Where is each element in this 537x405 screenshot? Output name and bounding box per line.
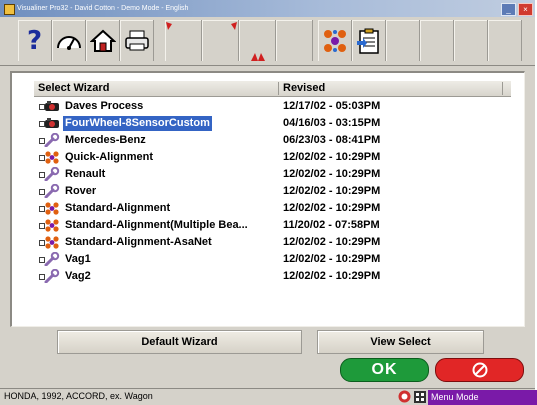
- toolbar-slot-8[interactable]: [488, 20, 522, 61]
- wizard-icon: [45, 151, 59, 164]
- list-item[interactable]: Standard-Alignment-AsaNet 12/02/02 - 10:2…: [34, 234, 511, 251]
- toolbar: ?: [0, 17, 535, 66]
- revised-date: 12/02/02 - 10:29PM: [283, 185, 381, 197]
- wizard-button[interactable]: [318, 20, 352, 61]
- app-icon: [4, 4, 15, 15]
- app-window: Visualiner Pro32 - David Cotton - Demo M…: [0, 0, 537, 405]
- toolbar-slot-4[interactable]: [276, 20, 313, 61]
- red-marker-icon: [166, 22, 172, 30]
- gauge-button[interactable]: [52, 20, 86, 61]
- wizard-name: Rover: [65, 185, 97, 197]
- red-marker-icon: [251, 53, 265, 61]
- toolbar-slot-7[interactable]: [454, 20, 488, 61]
- wrench-icon: [44, 269, 60, 283]
- home-icon: [89, 29, 116, 52]
- wrench-icon: [44, 133, 60, 147]
- cancel-button[interactable]: [435, 358, 524, 382]
- wizard-list[interactable]: Select Wizard Revised Daves Process 12/17…: [34, 81, 511, 317]
- wizard-name: Renault: [65, 168, 106, 180]
- wrench-icon: [44, 184, 60, 198]
- wizard-icon: [45, 236, 59, 249]
- camera-icon: [45, 118, 59, 128]
- close-button[interactable]: ×: [518, 3, 533, 16]
- toolbar-slot-1[interactable]: [165, 20, 202, 61]
- column-header-select-wizard[interactable]: Select Wizard: [38, 82, 109, 95]
- clipboard-button[interactable]: [352, 20, 386, 61]
- column-header-revised[interactable]: Revised: [278, 82, 325, 95]
- revised-date: 12/02/02 - 10:29PM: [283, 202, 381, 214]
- clipboard-icon: [356, 28, 379, 54]
- list-item[interactable]: FourWheel-8SensorCustom 04/16/03 - 03:15P…: [34, 115, 511, 132]
- list-item[interactable]: Standard-Alignment(Multiple Bea... 11/20/…: [34, 217, 511, 234]
- printer-icon: [124, 30, 149, 50]
- revised-date: 12/02/02 - 10:29PM: [283, 168, 381, 180]
- ok-label: OK: [371, 361, 398, 378]
- wizard-icon: [323, 29, 346, 52]
- revised-date: 06/23/03 - 08:41PM: [283, 134, 381, 146]
- ok-button[interactable]: OK: [340, 358, 429, 382]
- default-wizard-button[interactable]: Default Wizard: [57, 330, 302, 354]
- list-item[interactable]: Vag2 12/02/02 - 10:29PM: [34, 268, 511, 285]
- revised-date: 12/02/02 - 10:29PM: [283, 253, 381, 265]
- list-item[interactable]: Standard-Alignment 12/02/02 - 10:29PM: [34, 200, 511, 217]
- wizard-icon: [45, 219, 59, 232]
- list-item[interactable]: Renault 12/02/02 - 10:29PM: [34, 166, 511, 183]
- wrench-icon: [44, 252, 60, 266]
- toolbar-slot-5[interactable]: [386, 20, 420, 61]
- view-select-button[interactable]: View Select: [317, 330, 484, 354]
- status-target-icon: [398, 390, 411, 403]
- list-item[interactable]: Mercedes-Benz 06/23/03 - 08:41PM: [34, 132, 511, 149]
- help-button[interactable]: ?: [18, 20, 52, 61]
- list-item[interactable]: Quick-Alignment 12/02/02 - 10:29PM: [34, 149, 511, 166]
- wizard-list-panel: Select Wizard Revised Daves Process 12/17…: [10, 71, 525, 327]
- window-title: Visualiner Pro32 - David Cotton - Demo M…: [17, 5, 189, 12]
- wizard-name: Vag1: [65, 253, 91, 265]
- wizard-icon: [45, 202, 59, 215]
- wizard-name: Standard-Alignment(Multiple Bea...: [65, 219, 248, 231]
- list-header: Select Wizard Revised: [34, 81, 511, 97]
- list-item[interactable]: Daves Process 12/17/02 - 05:03PM: [34, 98, 511, 115]
- status-bar: HONDA, 1992, ACCORD, ex. Wagon Menu Mode: [0, 388, 537, 405]
- revised-date: 11/20/02 - 07:58PM: [283, 219, 380, 231]
- minimize-button[interactable]: _: [501, 3, 516, 16]
- wizard-name: Vag2: [65, 270, 91, 282]
- toolbar-slot-3[interactable]: [239, 20, 276, 61]
- wizard-name: Daves Process: [65, 100, 144, 112]
- title-bar: Visualiner Pro32 - David Cotton - Demo M…: [0, 0, 535, 17]
- revised-date: 04/16/03 - 03:15PM: [283, 117, 381, 129]
- wizard-name: FourWheel-8SensorCustom: [63, 116, 212, 131]
- revised-date: 12/02/02 - 10:29PM: [283, 151, 381, 163]
- wizard-name: Mercedes-Benz: [65, 134, 146, 146]
- revised-date: 12/02/02 - 10:29PM: [283, 270, 381, 282]
- list-item[interactable]: Rover 12/02/02 - 10:29PM: [34, 183, 511, 200]
- home-button[interactable]: [86, 20, 120, 61]
- toolbar-slot-6[interactable]: [420, 20, 454, 61]
- status-grid-icon: [414, 391, 426, 403]
- wizard-name: Quick-Alignment: [65, 151, 154, 163]
- list-item[interactable]: Vag1 12/02/02 - 10:29PM: [34, 251, 511, 268]
- revised-date: 12/02/02 - 10:29PM: [283, 236, 381, 248]
- vehicle-status: HONDA, 1992, ACCORD, ex. Wagon: [4, 391, 153, 401]
- revised-date: 12/17/02 - 05:03PM: [283, 100, 381, 112]
- wizard-name: Standard-Alignment: [65, 202, 171, 214]
- camera-icon: [45, 101, 59, 111]
- help-icon: ?: [26, 25, 43, 56]
- toolbar-slot-2[interactable]: [202, 20, 239, 61]
- wizard-name: Standard-Alignment-AsaNet: [65, 236, 212, 248]
- menu-mode-indicator: Menu Mode: [428, 390, 537, 405]
- red-marker-icon: [231, 22, 237, 30]
- print-button[interactable]: [120, 20, 154, 61]
- no-entry-icon: [472, 362, 487, 378]
- column-header-filler: [502, 82, 512, 95]
- gauge-icon: [56, 35, 81, 50]
- wrench-icon: [44, 167, 60, 181]
